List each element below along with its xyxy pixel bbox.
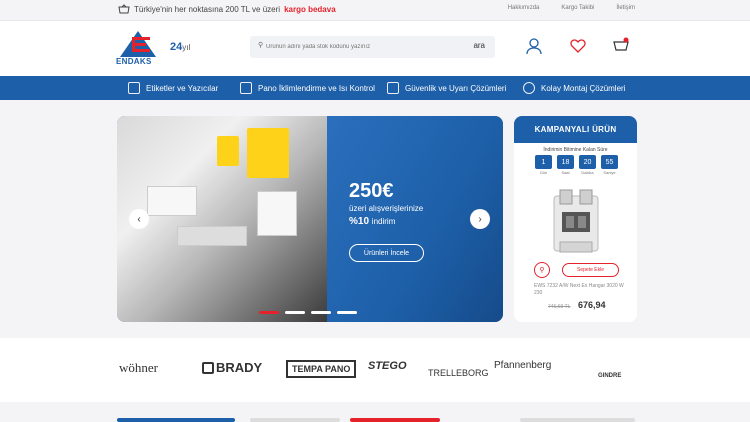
nav-label: Pano İklimlendirme ve Isı Kontrol (258, 83, 375, 93)
slider-next-arrow[interactable]: › (470, 209, 490, 229)
slider-dot-4[interactable] (337, 311, 357, 314)
hero-subtitle: üzeri alışverişlerinize (349, 204, 424, 213)
brand-stego[interactable]: STEGO (368, 360, 407, 372)
hero-discount-value: %10 (349, 216, 370, 227)
link-cargo-tracking[interactable]: Kargo Takibi (561, 5, 594, 11)
timer-label: Saat (561, 170, 570, 175)
years-number: 24 (170, 41, 183, 53)
slider-dots (259, 311, 357, 314)
brand-brady[interactable]: BRADY (202, 360, 262, 375)
climate-icon (240, 82, 252, 94)
link-about[interactable]: Hakkımızda (508, 5, 540, 11)
gear-icon (523, 82, 535, 94)
years-badge: 24yıl (170, 41, 190, 53)
brand-gindre[interactable]: GINDRE (598, 373, 621, 379)
timer-seconds: 55 Saniye (601, 155, 618, 175)
slider-dot-1[interactable] (259, 311, 279, 314)
timer-value: 55 (601, 155, 618, 169)
hero-slider[interactable]: 250€ üzeri alışverişlerinize %10 indirim… (117, 116, 503, 322)
timer-label: Gün (539, 170, 548, 175)
header: ENDAKS 24yıl ⚲ ara (0, 21, 750, 76)
new-price: 676,94 (578, 300, 606, 310)
timer-value: 20 (579, 155, 596, 169)
brand-trelleborg[interactable]: TRELLEBORG (428, 368, 489, 378)
basket-icon (118, 4, 130, 14)
timer-label: Dakika (581, 170, 594, 175)
shield-icon (387, 82, 399, 94)
search-input[interactable] (266, 41, 446, 53)
printer-icon (128, 82, 140, 94)
heart-icon[interactable] (569, 37, 587, 55)
nav-item-mounting[interactable]: Kolay Montaj Çözümleri (523, 82, 625, 94)
countdown-label: İndirimin Bitimine Kalan Süre (543, 147, 608, 153)
cart-icon[interactable] (612, 37, 630, 55)
hero-discount: %10 indirim (349, 216, 395, 227)
shipping-text: Türkiye'nin her noktasına 200 TL ve üzer… (134, 4, 281, 14)
nav-label: Güvenlik ve Uyarı Çözümleri (405, 83, 507, 93)
bottom-banner-1 (117, 418, 235, 422)
slider-dot-3[interactable] (311, 311, 331, 314)
brand-strip: wöhner BRADY TEMPA PANO STEGO TRELLEBORG… (0, 338, 750, 402)
link-contact[interactable]: İletişim (616, 5, 635, 11)
logo-text: ENDAKS (116, 57, 152, 66)
top-links: Hakkımızda Kargo Takibi İletişim (508, 5, 635, 11)
search-icon: ⚲ (258, 42, 264, 49)
shipping-message: Türkiye'nin her noktasına 200 TL ve üzer… (118, 4, 336, 14)
zoom-icon[interactable]: ⚲ (534, 262, 550, 278)
view-products-button[interactable]: Ürünleri İncele (349, 244, 424, 262)
product-image[interactable] (546, 186, 606, 261)
brand-pfannenberg[interactable]: Pfannenberg (494, 360, 551, 371)
bottom-banner-3 (350, 418, 440, 422)
timer-hours: 18 Saat (557, 155, 574, 175)
brand-tempa-pano[interactable]: TEMPA PANO (286, 360, 357, 378)
slider-dot-2[interactable] (285, 311, 305, 314)
nav-item-climate[interactable]: Pano İklimlendirme ve Isı Kontrol (240, 82, 375, 94)
timer-value: 18 (557, 155, 574, 169)
nav-item-safety[interactable]: Güvenlik ve Uyarı Çözümleri (387, 82, 506, 94)
user-icon[interactable] (525, 37, 543, 55)
hero-discount-word: indirim (371, 217, 396, 226)
timer-days: 1 Gün (535, 155, 552, 175)
product-name[interactable]: EWS 7232 A/W Next Ex Hangar 3020 W 230 (534, 283, 624, 297)
brand-wohner[interactable]: wöhner (119, 360, 158, 376)
search-bar: ⚲ ara (250, 36, 495, 58)
timer-label: Saniye (603, 170, 616, 175)
nav-label: Kolay Montaj Çözümleri (541, 83, 626, 93)
years-suffix: yıl (182, 43, 191, 52)
nav-item-labels-printers[interactable]: Etiketler ve Yazıcılar (128, 82, 218, 94)
brand-brady-text: BRADY (216, 360, 263, 375)
shipping-highlight: kargo bedava (284, 4, 336, 14)
hero-price: 250€ (349, 180, 394, 202)
bottom-banner-4 (520, 418, 635, 422)
add-to-cart-button[interactable]: Sepete Ekle (562, 263, 619, 277)
bottom-banner-2 (250, 418, 340, 422)
timer-minutes: 20 Dakika (579, 155, 596, 175)
category-nav: Etiketler ve Yazıcılar Pano İklimlendirm… (0, 76, 750, 100)
search-button[interactable]: ara (473, 41, 485, 50)
slider-prev-arrow[interactable]: ‹ (129, 209, 149, 229)
campaign-title: KAMPANYALI ÜRÜN (514, 116, 637, 143)
timer-value: 1 (535, 155, 552, 169)
brady-logo-icon (202, 361, 214, 374)
top-bar: Türkiye'nin her noktasına 200 TL ve üzer… (0, 0, 750, 21)
nav-label: Etiketler ve Yazıcılar (146, 83, 219, 93)
old-price: 746,69 TL (548, 304, 571, 310)
campaign-product-card: KAMPANYALI ÜRÜN İndirimin Bitimine Kalan… (514, 116, 637, 322)
endaks-logo[interactable]: ENDAKS (116, 29, 160, 67)
